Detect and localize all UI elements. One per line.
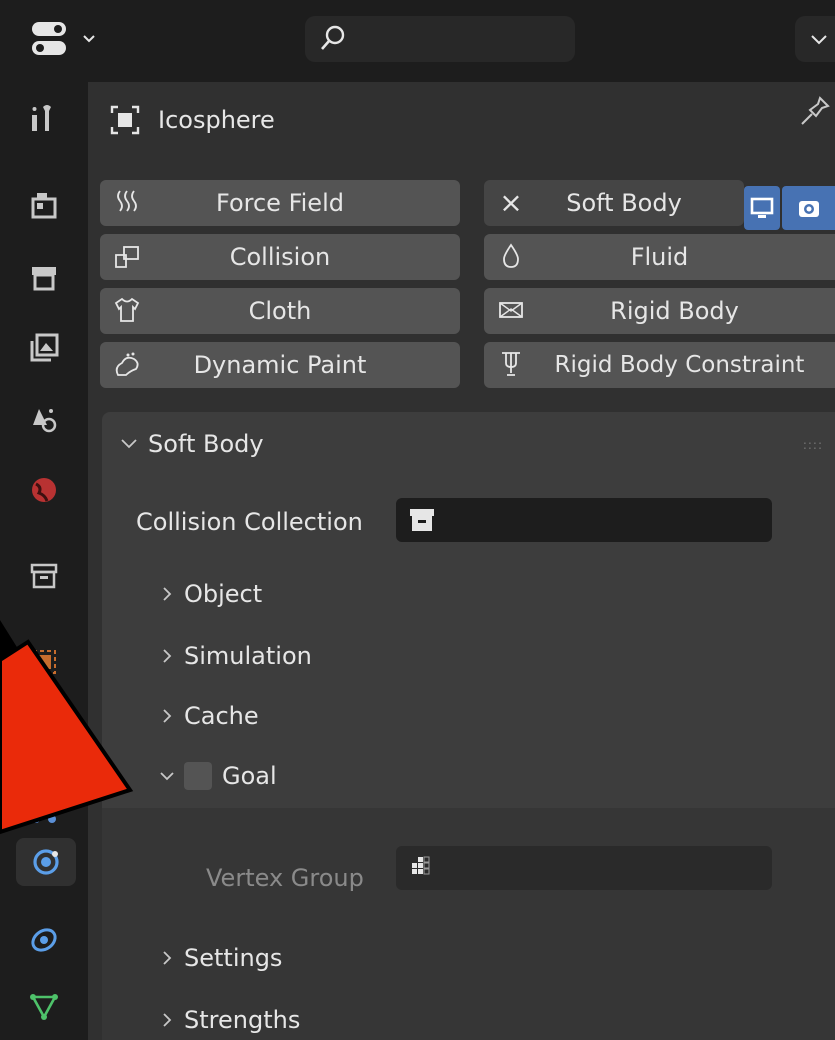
chevron-right-icon (163, 709, 172, 723)
search-icon (321, 25, 345, 50)
rigid-body-constraint-button[interactable]: Rigid Body Constraint (484, 342, 835, 388)
chevron-down-icon (160, 772, 174, 781)
editor-type-button[interactable] (30, 18, 102, 60)
properties-header (0, 0, 835, 82)
subpanel-cache[interactable]: Cache (160, 702, 259, 730)
vertex-group-label: Vertex Group (206, 864, 364, 892)
rigid-body-icon (496, 295, 526, 325)
subpanel-object[interactable]: Object (160, 580, 262, 608)
monitor-icon (750, 197, 774, 218)
view-layer-icon (30, 333, 59, 362)
rigid-body-constraint-icon (496, 349, 526, 379)
properties-window: Icosphere Force Field Collision Cloth Dy… (0, 0, 835, 1040)
collision-icon (112, 241, 142, 271)
constraint-icon (31, 928, 57, 952)
soft-body-button[interactable]: × Soft Body (484, 180, 744, 226)
subpanel-strengths[interactable]: Strengths (160, 1006, 300, 1034)
pin-icon[interactable] (798, 94, 832, 130)
chevron-down-icon (83, 35, 95, 43)
soft-body-panel-header[interactable]: Soft Body (120, 430, 264, 458)
physics-icon (33, 849, 59, 875)
physics-tab[interactable] (16, 838, 76, 886)
fluid-icon (496, 241, 526, 271)
vertex-group-icon (412, 856, 430, 875)
collection-tab[interactable] (20, 552, 68, 600)
collision-button[interactable]: Collision (100, 234, 460, 280)
chevron-down-icon (811, 35, 827, 45)
properties-editor-icon (32, 22, 66, 55)
view-layer-tab[interactable] (20, 324, 68, 372)
soft-body-render-toggle[interactable] (782, 186, 835, 230)
collection-icon (410, 509, 434, 531)
rigid-body-button[interactable]: Rigid Body (484, 288, 835, 334)
object-icon (110, 105, 140, 135)
dynamic-paint-icon (112, 349, 142, 379)
subpanel-goal[interactable]: Goal (160, 762, 277, 790)
subpanel-settings[interactable]: Settings (160, 944, 282, 972)
collection-icon (30, 563, 58, 589)
tool-tab[interactable] (20, 94, 68, 142)
world-icon (32, 478, 56, 502)
chevron-down-icon (121, 439, 137, 449)
chevron-right-icon (163, 587, 172, 601)
camera-icon (798, 201, 819, 217)
object-name: Icosphere (158, 106, 275, 134)
fluid-button[interactable]: Fluid (484, 234, 835, 280)
render-tab[interactable] (20, 182, 68, 230)
subpanel-simulation[interactable]: Simulation (160, 642, 312, 670)
collision-collection-field[interactable] (396, 498, 772, 542)
collision-collection-label: Collision Collection (136, 508, 363, 536)
chevron-right-icon (163, 649, 172, 663)
soft-body-panel: Soft Body :::: Collision Collection Obje… (102, 412, 835, 1040)
force-field-icon (112, 187, 142, 217)
cloth-button[interactable]: Cloth (100, 288, 460, 334)
search-input[interactable] (305, 16, 575, 62)
drag-grip-icon[interactable]: :::: (803, 438, 823, 452)
render-icon (31, 193, 57, 219)
chevron-right-icon (163, 951, 172, 965)
red-arrow-annotation (0, 620, 134, 835)
object-context: Icosphere (108, 100, 275, 140)
output-tab[interactable] (20, 254, 68, 302)
data-tab[interactable] (20, 982, 68, 1030)
mesh-data-icon (30, 994, 58, 1020)
force-field-button[interactable]: Force Field (100, 180, 460, 226)
vertex-group-field[interactable] (396, 846, 772, 890)
physics-properties: Icosphere Force Field Collision Cloth Dy… (88, 82, 835, 1040)
remove-soft-body-icon[interactable]: × (496, 186, 526, 219)
goal-subpanel-body: Vertex Group Settings Strengths (102, 808, 835, 1040)
constraints-tab[interactable] (20, 916, 68, 964)
tool-icon (32, 105, 51, 131)
chevron-right-icon (163, 1013, 172, 1027)
dynamic-paint-button[interactable]: Dynamic Paint (100, 342, 460, 388)
goal-checkbox[interactable] (184, 762, 212, 790)
scene-tab[interactable] (20, 396, 68, 444)
world-tab[interactable] (20, 466, 68, 514)
options-dropdown[interactable] (795, 16, 835, 62)
scene-icon (33, 409, 57, 433)
cloth-icon (112, 295, 142, 325)
output-icon (32, 267, 56, 291)
soft-body-viewport-toggle[interactable] (744, 186, 780, 230)
properties-tabs (0, 82, 88, 1040)
